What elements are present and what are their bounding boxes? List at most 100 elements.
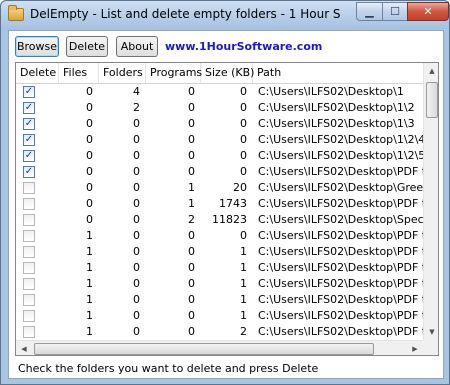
table-row[interactable]: ✓ 0 0 0 0 C:\Users\ILFS02\Desktop\1\2\4: [16, 132, 423, 148]
delete-checkbox[interactable]: [23, 326, 35, 338]
scroll-down-icon[interactable]: ▼: [424, 324, 438, 340]
cell-files: 0: [86, 133, 93, 146]
column-header-programs[interactable]: Programs: [146, 63, 202, 83]
table-row[interactable]: 1 0 0 1 C:\Users\ILFS02\Desktop\PDF to J: [16, 292, 423, 308]
cell-folders: 0: [133, 309, 140, 322]
delete-checkbox[interactable]: [23, 310, 35, 322]
vertical-scroll-thumb[interactable]: [426, 82, 438, 118]
table-row[interactable]: 1 0 0 1 C:\Users\ILFS02\Desktop\PDF to J: [16, 260, 423, 276]
cell-folders: 0: [133, 229, 140, 242]
table-row[interactable]: 1 0 0 0 C:\Users\ILFS02\Desktop\PDF to J: [16, 228, 423, 244]
cell-size: 0: [240, 133, 247, 146]
cell-folders: 0: [133, 325, 140, 338]
cell-files: 1: [86, 245, 93, 258]
column-header-path[interactable]: Path: [253, 63, 423, 83]
cell-path: C:\Users\ILFS02\Desktop\PDF to J: [258, 229, 423, 242]
scroll-up-icon[interactable]: ▲: [424, 63, 438, 79]
cell-folders: 0: [133, 261, 140, 274]
delete-checkbox[interactable]: ✓: [23, 166, 35, 178]
cell-files: 0: [86, 85, 93, 98]
delete-checkbox[interactable]: ✓: [23, 102, 35, 114]
cell-folders: 0: [133, 181, 140, 194]
cell-path: C:\Users\ILFS02\Desktop\PDF to J: [258, 309, 423, 322]
delete-checkbox[interactable]: [23, 262, 35, 274]
folder-list[interactable]: Delete Files Folders Programs Size (KB) …: [15, 62, 439, 356]
cell-files: 0: [86, 101, 93, 114]
delete-checkbox[interactable]: ✓: [23, 134, 35, 146]
cell-programs: 0: [188, 277, 195, 290]
delete-checkbox[interactable]: [23, 214, 35, 226]
delete-checkbox[interactable]: [23, 278, 35, 290]
column-header-files[interactable]: Files: [59, 63, 99, 83]
cell-folders: 0: [133, 197, 140, 210]
horizontal-scroll-thumb[interactable]: [34, 343, 374, 355]
cell-size: 1: [240, 293, 247, 306]
minimize-icon: ▁: [365, 5, 374, 18]
column-header-folders[interactable]: Folders: [99, 63, 146, 83]
table-row[interactable]: 0 0 1 1743 C:\Users\ILFS02\Desktop\PDF to J: [16, 196, 423, 212]
cell-path: C:\Users\ILFS02\Desktop\1\2\4: [258, 133, 423, 146]
table-row[interactable]: 0 0 1 20 C:\Users\ILFS02\Desktop\GreenBr: [16, 180, 423, 196]
table-row[interactable]: 0 0 2 11823 C:\Users\ILFS02\Desktop\Speccy: [16, 212, 423, 228]
cell-size: 20: [233, 181, 247, 194]
check-icon: ✓: [24, 102, 34, 113]
delete-checkbox[interactable]: ✓: [23, 150, 35, 162]
delete-checkbox[interactable]: ✓: [23, 118, 35, 130]
table-row[interactable]: ✓ 0 4 0 0 C:\Users\ILFS02\Desktop\1: [16, 84, 423, 100]
vertical-scrollbar[interactable]: ▲ ▼: [423, 63, 438, 340]
cell-files: 0: [86, 213, 93, 226]
cell-programs: 2: [188, 213, 195, 226]
cell-path: C:\Users\ILFS02\Desktop\PDF to J: [258, 197, 423, 210]
delete-checkbox[interactable]: [23, 182, 35, 194]
status-text: Check the folders you want to delete and…: [18, 362, 319, 375]
delete-checkbox[interactable]: ✓: [23, 86, 35, 98]
column-header-delete[interactable]: Delete: [16, 63, 59, 83]
delete-button[interactable]: Delete: [66, 36, 108, 57]
cell-path: C:\Users\ILFS02\Desktop\1\2\5: [258, 149, 423, 162]
table-row[interactable]: ✓ 0 0 0 0 C:\Users\ILFS02\Desktop\1\2\5: [16, 148, 423, 164]
close-icon: ✕: [423, 5, 433, 18]
column-header-size[interactable]: Size (KB): [201, 63, 254, 83]
cell-programs: 0: [188, 229, 195, 242]
cell-programs: 0: [188, 309, 195, 322]
cell-size: 1: [240, 245, 247, 258]
cell-programs: 0: [188, 85, 195, 98]
minimize-button[interactable]: ▁: [356, 2, 383, 21]
horizontal-scrollbar[interactable]: ◀ ▶: [16, 340, 423, 355]
table-row[interactable]: 1 0 0 1 C:\Users\ILFS02\Desktop\PDF to J: [16, 308, 423, 324]
check-icon: ✓: [24, 134, 34, 145]
list-rows: ✓ 0 4 0 0 C:\Users\ILFS02\Desktop\1 ✓ 0 2 0 0 C:\Us…: [16, 84, 423, 340]
cell-programs: 0: [188, 293, 195, 306]
browse-button[interactable]: Browse: [15, 36, 59, 57]
maximize-button[interactable]: ☐: [382, 2, 408, 21]
cell-path: C:\Users\ILFS02\Desktop\PDF to J: [258, 245, 423, 258]
cell-folders: 0: [133, 165, 140, 178]
cell-files: 1: [86, 325, 93, 338]
about-button[interactable]: About: [116, 36, 158, 57]
cell-path: C:\Users\ILFS02\Desktop\PDF to J: [258, 293, 423, 306]
cell-files: 0: [86, 181, 93, 194]
cell-folders: 0: [133, 293, 140, 306]
cell-programs: 1: [188, 181, 195, 194]
maximize-icon: ☐: [390, 5, 400, 18]
list-header: Delete Files Folders Programs Size (KB) …: [16, 63, 423, 84]
delete-checkbox[interactable]: [23, 246, 35, 258]
table-row[interactable]: 1 0 0 2 C:\Users\ILFS02\Desktop\PDF to J: [16, 324, 423, 340]
table-row[interactable]: 1 0 0 1 C:\Users\ILFS02\Desktop\PDF to J: [16, 276, 423, 292]
table-row[interactable]: 1 0 0 1 C:\Users\ILFS02\Desktop\PDF to J: [16, 244, 423, 260]
table-row[interactable]: ✓ 0 0 0 0 C:\Users\ILFS02\Desktop\PDF to J: [16, 164, 423, 180]
table-row[interactable]: ✓ 0 0 0 0 C:\Users\ILFS02\Desktop\1\3: [16, 116, 423, 132]
website-link[interactable]: www.1HourSoftware.com: [165, 40, 322, 53]
delete-checkbox[interactable]: [23, 198, 35, 210]
delete-checkbox[interactable]: [23, 230, 35, 242]
title-bar[interactable]: DelEmpty - List and delete empty folders…: [1, 1, 449, 29]
folder-icon: [8, 5, 24, 21]
table-row[interactable]: ✓ 0 2 0 0 C:\Users\ILFS02\Desktop\1\2: [16, 100, 423, 116]
cell-size: 0: [240, 117, 247, 130]
cell-programs: 0: [188, 325, 195, 338]
delete-checkbox[interactable]: [23, 294, 35, 306]
close-button[interactable]: ✕: [407, 2, 449, 21]
cell-files: 0: [86, 165, 93, 178]
scroll-left-icon[interactable]: ◀: [16, 341, 32, 355]
scroll-right-icon[interactable]: ▶: [407, 341, 423, 355]
